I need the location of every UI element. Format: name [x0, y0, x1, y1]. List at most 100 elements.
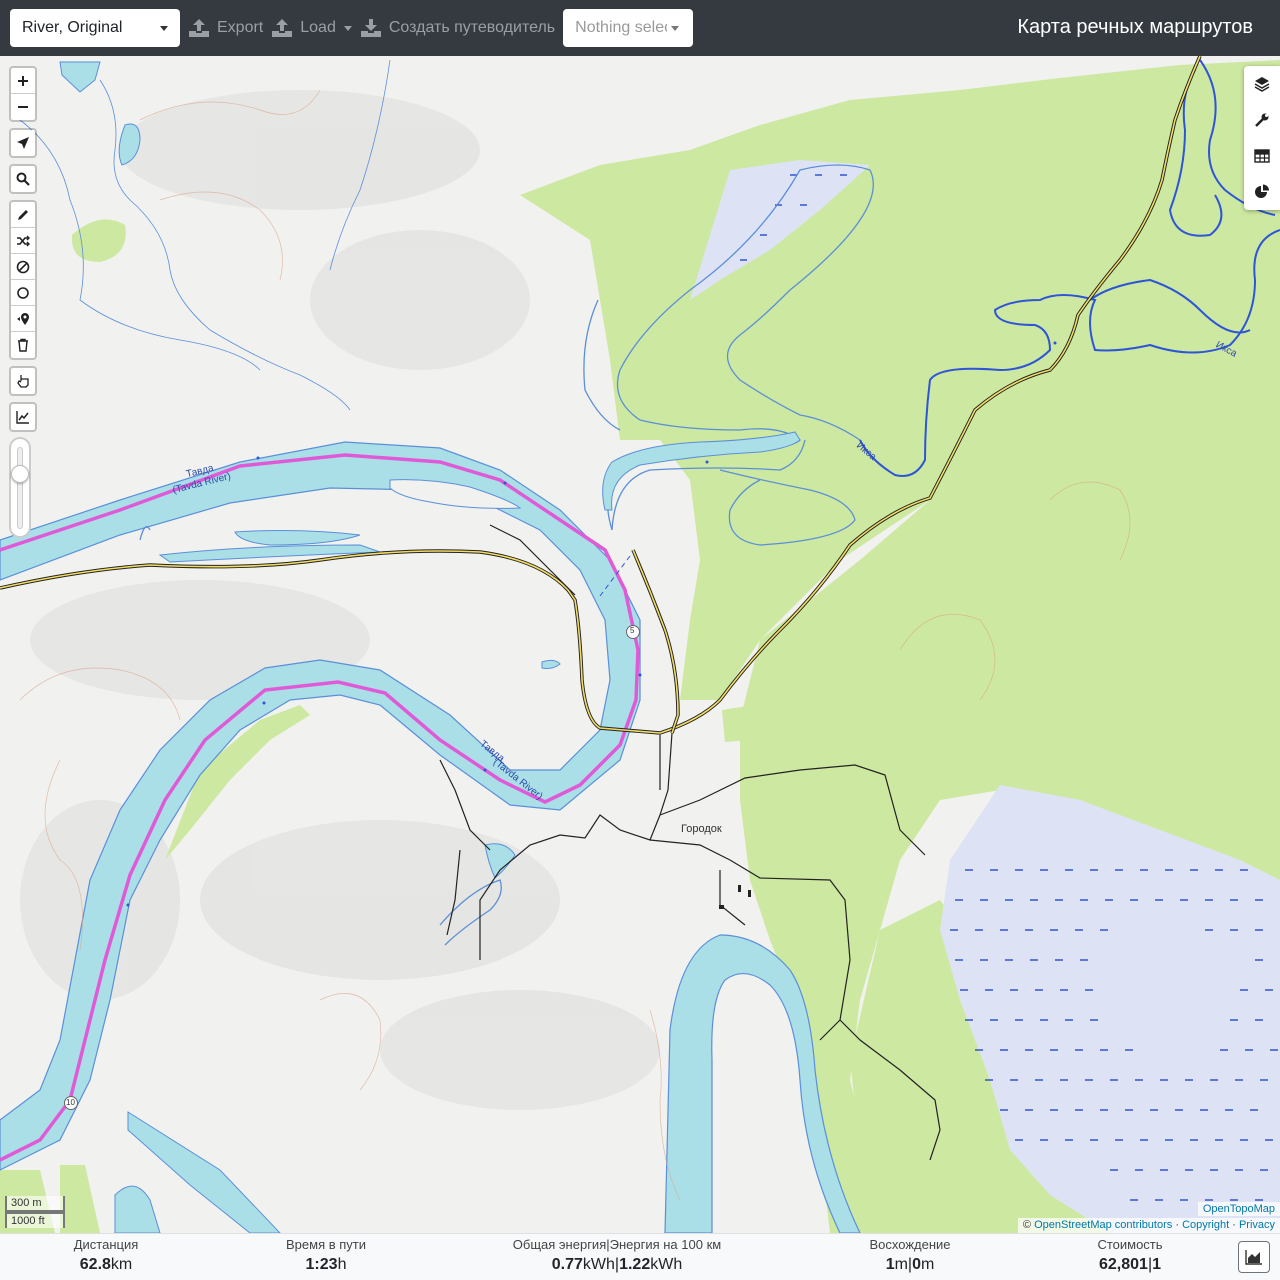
hand-pointer-icon: [17, 375, 29, 388]
elevation-chart-button[interactable]: [11, 404, 35, 430]
track-select[interactable]: Nothing selected: [563, 9, 694, 47]
draw-toolbar: [9, 200, 37, 360]
table-icon: [1254, 149, 1270, 163]
pointer-control: [9, 366, 37, 396]
delete-point-button[interactable]: [11, 306, 35, 332]
stat-cost: Стоимость 62,801|1: [1075, 1237, 1185, 1277]
shuffle-icon: [17, 235, 30, 246]
km-marker-5: 5: [630, 626, 635, 635]
download-icon: [360, 19, 381, 37]
line-chart-icon: [16, 411, 29, 424]
stats-button[interactable]: [1244, 174, 1280, 210]
track-select-value: Nothing selected: [575, 19, 667, 36]
top-navbar: River, Original Export Load Создать путе…: [0, 0, 1280, 56]
stat-cost-value-2: 1: [1152, 1256, 1161, 1273]
stat-time-label: Время в пути: [286, 1237, 366, 1252]
stat-cost-label: Стоимость: [1097, 1237, 1163, 1252]
trash-icon: [18, 338, 28, 352]
locate-control: [9, 128, 37, 158]
zoom-slider-track: [17, 447, 23, 529]
search-control: [9, 164, 37, 194]
wrench-icon: [1255, 113, 1269, 127]
stat-distance-label: Дистанция: [73, 1237, 139, 1252]
separator: ·: [1232, 1219, 1236, 1231]
scale-bar: 300 m 1000 ft: [5, 1196, 65, 1228]
zoom-in-button[interactable]: [11, 68, 35, 94]
km-marker-10: 10: [66, 1098, 75, 1107]
zoom-controls: [9, 66, 37, 122]
upload-icon: [272, 19, 293, 37]
app-title: Карта речных маршрутов: [1017, 16, 1253, 38]
chevron-down-icon: [671, 26, 680, 31]
profile-select[interactable]: River, Original: [10, 9, 180, 47]
circle-button[interactable]: [11, 280, 35, 306]
export-button[interactable]: Export: [188, 9, 263, 47]
stat-ascent-unit: m: [894, 1256, 908, 1273]
profile-select-value: River, Original: [22, 19, 123, 36]
stat-energy-per100-unit: kWh: [650, 1256, 683, 1273]
stat-distance-value: 62.8: [79, 1256, 111, 1273]
stat-energy-label: Общая энергия|Энергия на 100 км: [512, 1237, 722, 1252]
search-button[interactable]: [11, 166, 35, 192]
export-label: Export: [217, 19, 264, 36]
stat-time-value: 1:23: [305, 1256, 338, 1273]
area-chart-icon: [1245, 1250, 1262, 1265]
stat-energy: Общая энергия|Энергия на 100 км 0.77kWh|…: [497, 1237, 737, 1277]
stat-descent-value: 0: [912, 1256, 921, 1273]
scale-metric: 300 m: [5, 1196, 65, 1212]
chevron-down-icon: [343, 25, 352, 31]
copyright-link[interactable]: Copyright: [1182, 1219, 1229, 1231]
ban-icon: [16, 260, 30, 273]
reverse-route-button[interactable]: [11, 228, 35, 254]
plus-icon: [18, 75, 28, 86]
osm-link[interactable]: OpenStreetMap contributors: [1034, 1219, 1172, 1231]
create-guide-button[interactable]: Создать путеводитель: [360, 9, 555, 47]
stat-energy-total: 0.77: [551, 1256, 583, 1273]
stat-ascent: Восхождение 1m|0m: [850, 1237, 970, 1277]
chart-control: [9, 402, 37, 432]
stat-ascent-label: Восхождение: [869, 1237, 951, 1252]
attribution: © OpenStreetMap contributors · Copyright…: [1017, 1218, 1280, 1233]
layers-icon: [1254, 77, 1270, 92]
settings-button[interactable]: [1244, 102, 1280, 138]
zoom-slider[interactable]: [9, 437, 31, 538]
tile-attribution-link[interactable]: OpenTopoMap: [1197, 1202, 1280, 1216]
stat-distance-unit: km: [110, 1256, 133, 1273]
separator: ·: [1175, 1219, 1179, 1231]
stat-energy-per100: 1.22: [619, 1256, 651, 1273]
marker-delete-icon: [17, 312, 29, 325]
layers-button[interactable]: [1244, 66, 1280, 102]
town-label: Городок: [681, 823, 722, 835]
zoom-slider-knob[interactable]: [11, 465, 29, 483]
load-button[interactable]: Load: [271, 9, 352, 47]
delete-route-button[interactable]: [11, 332, 35, 358]
privacy-link[interactable]: Privacy: [1239, 1219, 1275, 1231]
zoom-out-button[interactable]: [11, 94, 35, 120]
stat-energy-total-unit: kWh: [582, 1256, 615, 1273]
stat-time-unit: h: [337, 1256, 347, 1273]
right-toolbar: [1244, 66, 1280, 210]
map-canvas[interactable]: Тавда (Tavda River) Тавда (Tavda River) …: [0, 56, 1280, 1233]
scale-imperial: 1000 ft: [5, 1212, 65, 1228]
draw-route-button[interactable]: [11, 202, 35, 228]
stat-descent-unit: m: [920, 1256, 935, 1273]
pencil-icon: [18, 209, 28, 220]
circle-icon: [17, 286, 29, 299]
copyright-symbol: ©: [1022, 1219, 1032, 1231]
stat-time: Время в пути 1:23h: [260, 1237, 392, 1277]
pie-chart-icon: [1255, 184, 1269, 198]
upload-icon: [189, 19, 209, 37]
table-button[interactable]: [1244, 138, 1280, 174]
locate-button[interactable]: [11, 130, 35, 156]
location-arrow-icon: [17, 137, 29, 149]
load-label: Load: [300, 19, 336, 36]
minus-icon: [18, 106, 28, 108]
stat-ascent-value: 1: [885, 1256, 895, 1273]
pointer-button[interactable]: [11, 368, 35, 394]
stat-cost-value: 62,801: [1099, 1256, 1148, 1273]
elevation-profile-button[interactable]: [1238, 1241, 1270, 1273]
create-guide-label: Создать путеводитель: [388, 19, 556, 36]
search-icon: [16, 172, 30, 186]
avoid-area-button[interactable]: [11, 254, 35, 280]
chevron-down-icon: [160, 26, 168, 31]
